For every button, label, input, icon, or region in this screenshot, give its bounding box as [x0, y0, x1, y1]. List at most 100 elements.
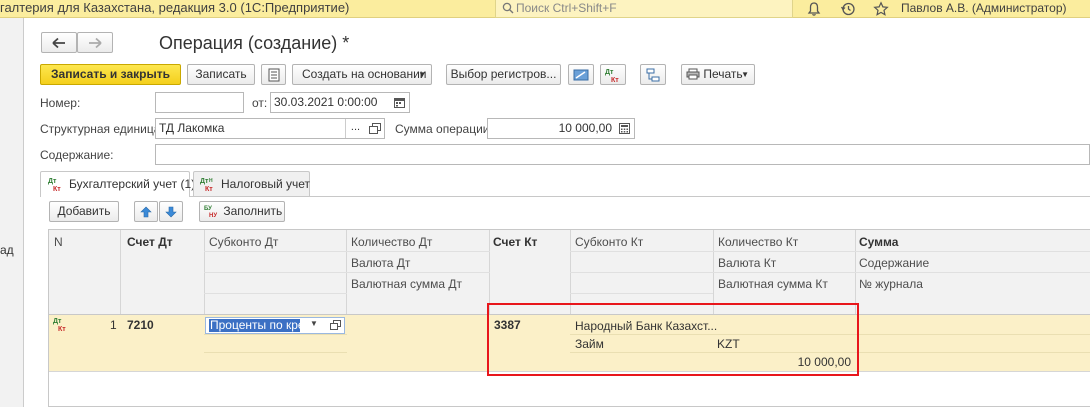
header-acc-kt[interactable]: Счет Кт [493, 235, 537, 249]
row-divider [570, 251, 1090, 252]
arrow-up-icon [140, 206, 152, 218]
choose-registers-button[interactable]: Выбор регистров... [446, 64, 561, 85]
document-list-button[interactable] [261, 64, 286, 85]
tabs-underline [40, 196, 1090, 197]
svg-text:Кт: Кт [53, 186, 61, 192]
svg-text:Дт: Дт [53, 318, 62, 325]
dt-kt-row-icon: Дт Кт [53, 318, 66, 332]
structure-button[interactable] [640, 64, 666, 85]
header-cur-sum-dt[interactable]: Валютная сумма Дт [351, 277, 462, 291]
cell-n: 1 [110, 318, 117, 332]
move-down-button[interactable] [159, 201, 183, 222]
content-field[interactable] [155, 144, 1090, 165]
history-icon[interactable] [840, 1, 856, 17]
header-journal[interactable]: № журнала [859, 277, 923, 291]
movements-button[interactable] [568, 64, 594, 85]
unit-label: Структурная единица: [40, 122, 164, 136]
save-button[interactable]: Записать [187, 64, 255, 85]
open-icon[interactable] [330, 320, 341, 330]
svg-text:Дт: Дт [48, 178, 57, 185]
tab-tax-label: Налоговый учет [221, 177, 310, 191]
date-field[interactable]: 30.03.2021 0:00:00 [270, 92, 410, 113]
printer-icon [686, 68, 700, 80]
svg-text:Н: Н [209, 178, 213, 184]
dropdown-arrow-icon[interactable]: ▼ [310, 319, 318, 328]
fill-label: Заполнить [223, 204, 283, 218]
header-n[interactable]: N [54, 235, 63, 249]
open-icon[interactable] [369, 123, 381, 134]
document-icon [268, 68, 279, 82]
svg-text:Кт: Кт [205, 186, 213, 192]
arrow-down-icon [165, 206, 177, 218]
highlight-box [487, 303, 859, 376]
date-label: от: [252, 96, 268, 110]
app-title: галтерия для Казахстана, редакция 3.0 (1… [0, 0, 350, 15]
star-icon[interactable] [873, 1, 889, 17]
calculator-icon[interactable] [619, 123, 630, 134]
row-divider [570, 272, 1090, 273]
print-label: Печать [703, 67, 743, 81]
left-panel [0, 18, 24, 407]
tab-accounting[interactable]: Дт Кт Бухгалтерский учет (1) [40, 171, 195, 197]
header-cur-kt[interactable]: Валюта Кт [718, 256, 776, 270]
svg-text:Кт: Кт [58, 326, 66, 332]
svg-text:Кт: Кт [611, 77, 619, 83]
amount-label: Сумма операции: [395, 122, 493, 136]
dropdown-arrow-icon: ▼ [418, 70, 426, 79]
header-qty-dt[interactable]: Количество Дт [351, 235, 432, 249]
save-and-close-button[interactable]: Записать и закрыть [40, 64, 181, 85]
header-sub-kt[interactable]: Субконто Кт [575, 235, 643, 249]
left-panel-label: ад [0, 243, 14, 257]
svg-text:Дт: Дт [605, 69, 614, 76]
move-up-button[interactable] [134, 201, 158, 222]
row-divider [204, 334, 347, 335]
amount-field[interactable]: 10 000,00 [487, 118, 635, 139]
bell-icon[interactable] [806, 1, 822, 17]
content-label: Содержание: [40, 148, 114, 162]
add-row-button[interactable]: Добавить [49, 201, 119, 222]
sub-dt-selected-text[interactable]: Проценты по кред [209, 319, 300, 332]
header-sub-dt[interactable]: Субконто Дт [209, 235, 278, 249]
calendar-icon[interactable] [394, 97, 405, 108]
forward-button[interactable] [77, 32, 113, 53]
fill-icon: БУ НУ [204, 206, 217, 219]
amount-value: 10 000,00 [558, 121, 612, 135]
header-acc-dt[interactable]: Счет Дт [127, 235, 173, 249]
register-movements-icon [573, 69, 589, 81]
hierarchy-icon [646, 68, 660, 82]
create-based-on-button[interactable]: Создать на основании ▼ [292, 64, 432, 85]
dt-kt-button[interactable]: Дт Кт [600, 64, 626, 85]
number-field[interactable] [155, 92, 244, 113]
arrow-right-icon [89, 37, 102, 49]
print-button[interactable]: Печать ▼ [681, 64, 755, 85]
form-title: Операция (создание) * [159, 33, 350, 53]
create-based-on-label: Создать на основании [302, 67, 427, 81]
back-button[interactable] [41, 32, 77, 53]
cell-acc-dt[interactable]: 7210 [127, 318, 154, 332]
global-search-input[interactable]: Поиск Ctrl+Shift+F [495, 0, 793, 18]
svg-text:НУ: НУ [209, 213, 217, 218]
arrow-left-icon [52, 37, 65, 49]
dt-kt-icon: Дт Кт [48, 178, 61, 192]
header-cur-dt[interactable]: Валюта Дт [351, 256, 410, 270]
unit-select-button[interactable]: ... [345, 119, 365, 138]
dt-kt-tax-icon: Дт Н Кт [200, 178, 213, 192]
fill-button[interactable]: БУ НУ Заполнить [199, 201, 285, 222]
header-qty-kt[interactable]: Количество Кт [718, 235, 798, 249]
search-icon [502, 2, 514, 14]
row-divider [204, 272, 490, 273]
dt-kt-icon: Дт Кт [605, 69, 619, 84]
date-value: 30.03.2021 0:00:00 [274, 95, 378, 109]
dropdown-arrow-icon: ▼ [741, 70, 749, 79]
header-sum[interactable]: Сумма [859, 235, 898, 249]
header-content[interactable]: Содержание [859, 256, 929, 270]
tab-tax[interactable]: Дт Н Кт Налоговый учет [193, 171, 310, 196]
number-label: Номер: [40, 96, 81, 110]
row-divider [204, 293, 347, 294]
header-cur-sum-kt[interactable]: Валютная сумма Кт [718, 277, 828, 291]
current-user[interactable]: Павлов А.В. (Администратор) [901, 0, 1067, 16]
svg-text:БУ: БУ [204, 206, 212, 212]
svg-text:Дт: Дт [200, 178, 209, 185]
sub-dt-editor[interactable]: Проценты по кред ▼ [205, 317, 345, 334]
tab-accounting-label: Бухгалтерский учет (1) [69, 177, 196, 191]
